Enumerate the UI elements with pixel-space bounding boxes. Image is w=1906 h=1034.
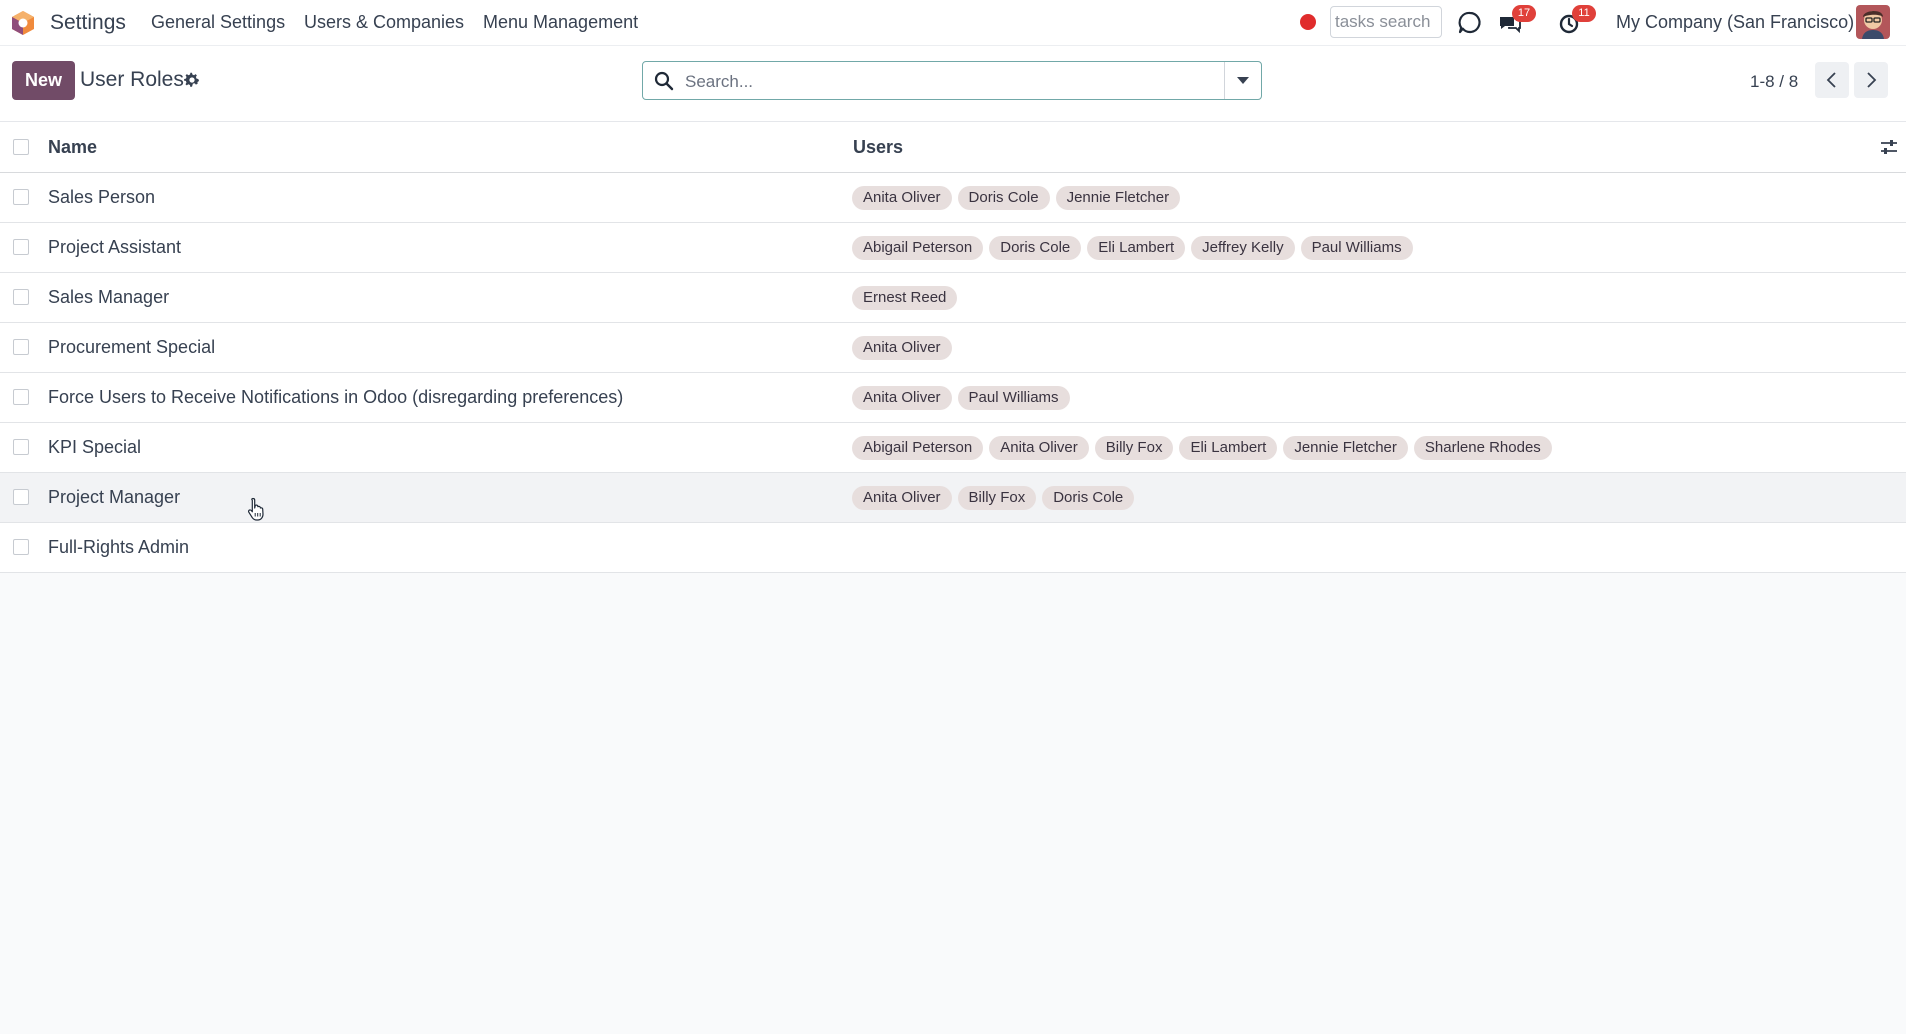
role-name-cell[interactable]: Project Assistant <box>48 237 181 258</box>
chevron-left-icon <box>1826 72 1836 88</box>
user-tag[interactable]: Anita Oliver <box>852 186 952 210</box>
table-row[interactable]: Full-Rights Admin <box>0 523 1906 573</box>
messages-icon[interactable]: 17 <box>1496 5 1536 37</box>
row-checkbox[interactable] <box>13 189 29 205</box>
page-title[interactable]: User Roles <box>80 68 184 92</box>
row-checkbox[interactable] <box>13 339 29 355</box>
tasks-search-input[interactable] <box>1330 6 1442 38</box>
pager-previous-button[interactable] <box>1815 62 1849 98</box>
table-row[interactable]: Sales Person Anita Oliver Doris Cole Jennie… <box>0 173 1906 223</box>
pager-next-button[interactable] <box>1854 62 1888 98</box>
user-avatar[interactable] <box>1856 5 1890 39</box>
user-roles-list: Name Users Sales Person Anita Oliver Doris… <box>0 122 1906 573</box>
user-tag[interactable]: Eli Lambert <box>1087 236 1186 260</box>
odoo-app-logo-icon[interactable] <box>10 10 36 36</box>
app-name[interactable]: Settings <box>50 11 126 35</box>
search-icon <box>654 71 674 91</box>
user-tag[interactable]: Abigail Peterson <box>852 436 984 460</box>
search-input[interactable] <box>683 66 1247 98</box>
user-tag[interactable]: Doris Cole <box>1042 486 1135 510</box>
list-header: Name Users <box>0 122 1906 173</box>
users-tags-cell[interactable]: Anita Oliver Paul Williams <box>852 386 1070 410</box>
user-tag[interactable]: Eli Lambert <box>1179 436 1278 460</box>
user-tag[interactable]: Paul Williams <box>957 386 1070 410</box>
table-row[interactable]: Project Assistant Abigail Peterson Doris C… <box>0 223 1906 273</box>
users-tags-cell[interactable]: Abigail Peterson Anita Oliver Billy Fox Eli… <box>852 436 1552 460</box>
activities-clock-icon[interactable]: 11 <box>1556 5 1596 37</box>
pager-value[interactable]: 1-8 / 8 <box>1750 72 1798 92</box>
row-checkbox[interactable] <box>13 439 29 455</box>
users-tags-cell[interactable]: Ernest Reed <box>852 286 958 310</box>
search-options-dropdown-icon[interactable] <box>1224 62 1261 99</box>
role-name-cell[interactable]: Project Manager <box>48 487 180 508</box>
recording-indicator-icon[interactable] <box>1300 14 1316 30</box>
table-row[interactable]: Sales Manager Ernest Reed <box>0 273 1906 323</box>
role-name-cell[interactable]: Sales Manager <box>48 287 169 308</box>
hand-pointer-cursor-icon <box>247 497 264 521</box>
table-row[interactable]: KPI Special Abigail Peterson Anita Oliver B… <box>0 423 1906 473</box>
role-name-cell[interactable]: KPI Special <box>48 437 141 458</box>
user-tag[interactable]: Anita Oliver <box>852 336 952 360</box>
top-navbar: Settings General Settings Users & Compan… <box>0 0 1906 46</box>
discuss-bubble-icon[interactable] <box>1456 9 1484 37</box>
column-header-name[interactable]: Name <box>48 137 97 158</box>
select-all-checkbox[interactable] <box>13 139 29 155</box>
role-name-cell[interactable]: Sales Person <box>48 187 155 208</box>
table-row[interactable]: Project Manager Anita Oliver Billy Fox Dori… <box>0 473 1906 523</box>
user-tag[interactable]: Anita Oliver <box>989 436 1089 460</box>
users-tags-cell[interactable]: Abigail Peterson Doris Cole Eli Lambert Jef… <box>852 236 1413 260</box>
user-tag[interactable]: Billy Fox <box>1094 436 1174 460</box>
optional-columns-sliders-icon[interactable] <box>1880 138 1898 156</box>
row-checkbox[interactable] <box>13 289 29 305</box>
menu-general-settings[interactable]: General Settings <box>151 12 285 33</box>
menu-users-companies[interactable]: Users & Companies <box>304 12 464 33</box>
user-tag[interactable]: Jennie Fletcher <box>1283 436 1408 460</box>
row-checkbox[interactable] <box>13 489 29 505</box>
row-checkbox[interactable] <box>13 389 29 405</box>
user-tag[interactable]: Jennie Fletcher <box>1055 186 1181 210</box>
chevron-right-icon <box>1867 72 1877 88</box>
users-tags-cell[interactable]: Anita Oliver Doris Cole Jennie Fletcher <box>852 186 1181 210</box>
user-tag[interactable]: Abigail Peterson <box>852 236 984 260</box>
user-tag[interactable]: Sharlene Rhodes <box>1413 436 1552 460</box>
user-tag[interactable]: Doris Cole <box>957 186 1050 210</box>
messages-badge: 17 <box>1512 5 1536 22</box>
role-name-cell[interactable]: Force Users to Receive Notifications in … <box>48 387 623 408</box>
table-row[interactable]: Force Users to Receive Notifications in … <box>0 373 1906 423</box>
user-tag[interactable]: Billy Fox <box>957 486 1037 510</box>
role-name-cell[interactable]: Full-Rights Admin <box>48 537 189 558</box>
users-tags-cell[interactable]: Anita Oliver <box>852 336 952 360</box>
activities-badge: 11 <box>1572 5 1596 22</box>
row-checkbox[interactable] <box>13 539 29 555</box>
user-tag[interactable]: Anita Oliver <box>852 486 952 510</box>
search-bar <box>642 61 1262 100</box>
role-name-cell[interactable]: Procurement Special <box>48 337 215 358</box>
gear-icon[interactable] <box>183 71 201 89</box>
menu-menu-management[interactable]: Menu Management <box>483 12 638 33</box>
users-tags-cell[interactable]: Anita Oliver Billy Fox Doris Cole <box>852 486 1135 510</box>
table-row[interactable]: Procurement Special Anita Oliver <box>0 323 1906 373</box>
user-tag[interactable]: Jeffrey Kelly <box>1191 236 1295 260</box>
list-body: Sales Person Anita Oliver Doris Cole Jennie… <box>0 173 1906 573</box>
column-header-users[interactable]: Users <box>853 137 903 158</box>
user-tag[interactable]: Anita Oliver <box>852 386 952 410</box>
user-tag[interactable]: Paul Williams <box>1300 236 1413 260</box>
user-tag[interactable]: Doris Cole <box>989 236 1082 260</box>
company-switcher[interactable]: My Company (San Francisco) <box>1616 12 1854 33</box>
row-checkbox[interactable] <box>13 239 29 255</box>
user-tag[interactable]: Ernest Reed <box>852 286 958 310</box>
new-button[interactable]: New <box>12 61 75 100</box>
control-panel: New User Roles 1-8 / 8 <box>0 46 1906 122</box>
